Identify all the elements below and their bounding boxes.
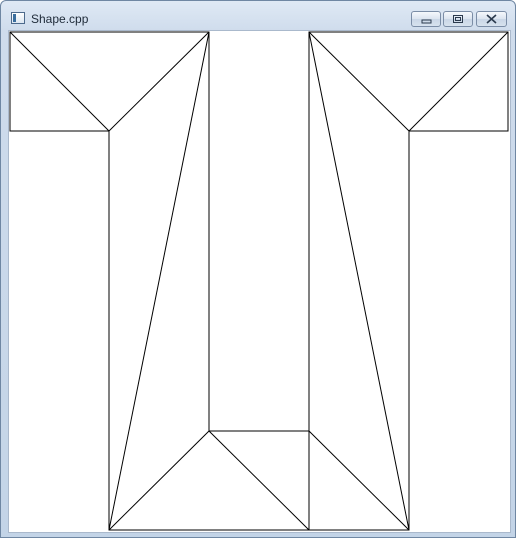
edge-line: [108, 31, 210, 531]
edge-line: [308, 430, 410, 531]
minimize-button[interactable]: [411, 11, 441, 27]
edge-line: [308, 31, 410, 132]
edge-line: [108, 31, 210, 132]
close-icon: [486, 14, 497, 24]
minimize-icon: [421, 19, 432, 24]
edge-line: [108, 430, 210, 531]
maximize-icon: [453, 15, 463, 23]
app-window-icon[interactable]: [11, 12, 25, 24]
edge-line: [9, 31, 110, 132]
window-title: Shape.cpp: [31, 12, 89, 26]
maximize-button[interactable]: [443, 11, 473, 27]
u-shape-drawing: [9, 31, 509, 531]
close-button[interactable]: [476, 11, 507, 27]
app-window: Shape.cpp: [0, 0, 516, 538]
drawing-canvas: [8, 30, 511, 533]
title-bar[interactable]: Shape.cpp: [1, 1, 515, 31]
edge-line: [408, 31, 509, 132]
edge-line: [208, 430, 310, 531]
edge-line: [308, 31, 410, 531]
